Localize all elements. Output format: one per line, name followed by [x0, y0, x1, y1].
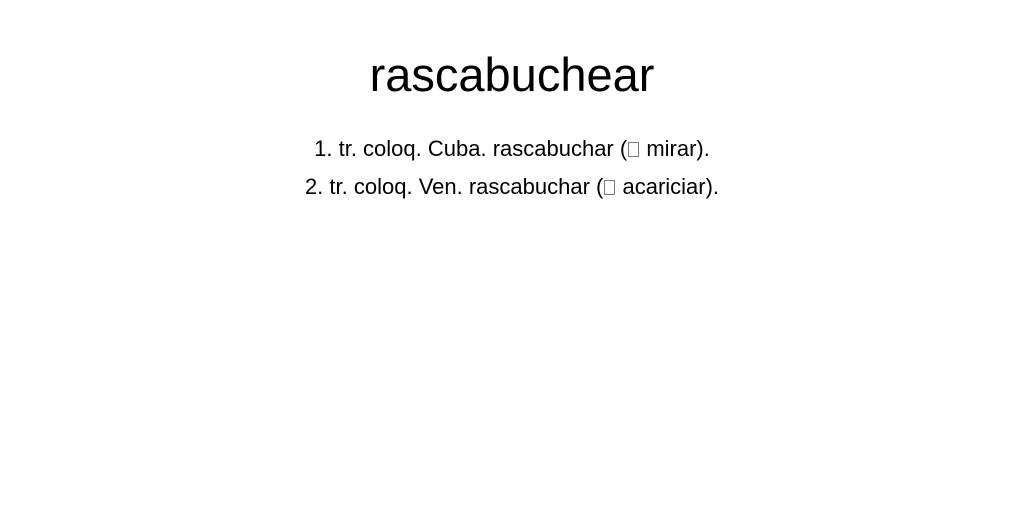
dictionary-page: rascabuchear 1. tr. coloq. Cuba. rascabu… [0, 0, 1024, 512]
missing-glyph-box-icon [628, 142, 640, 157]
sense-number: 2. [304, 174, 324, 199]
sense-item: 1. tr. coloq. Cuba. rascabuchar ( mirar)… [0, 130, 1024, 168]
sense-reference: mirar). [640, 136, 710, 161]
sense-item: 2. tr. coloq. Ven. rascabuchar ( acarici… [0, 168, 1024, 206]
sense-text: tr. coloq. Ven. rascabuchar ( [329, 174, 604, 199]
entry-headword: rascabuchear [369, 48, 655, 101]
sense-reference: acariciar). [616, 174, 720, 199]
missing-glyph-box-icon [604, 180, 616, 195]
sense-text: tr. coloq. Cuba. rascabuchar ( [338, 136, 628, 161]
sense-number: 1. [314, 136, 333, 161]
sense-list: 1. tr. coloq. Cuba. rascabuchar ( mirar)… [0, 130, 1024, 206]
